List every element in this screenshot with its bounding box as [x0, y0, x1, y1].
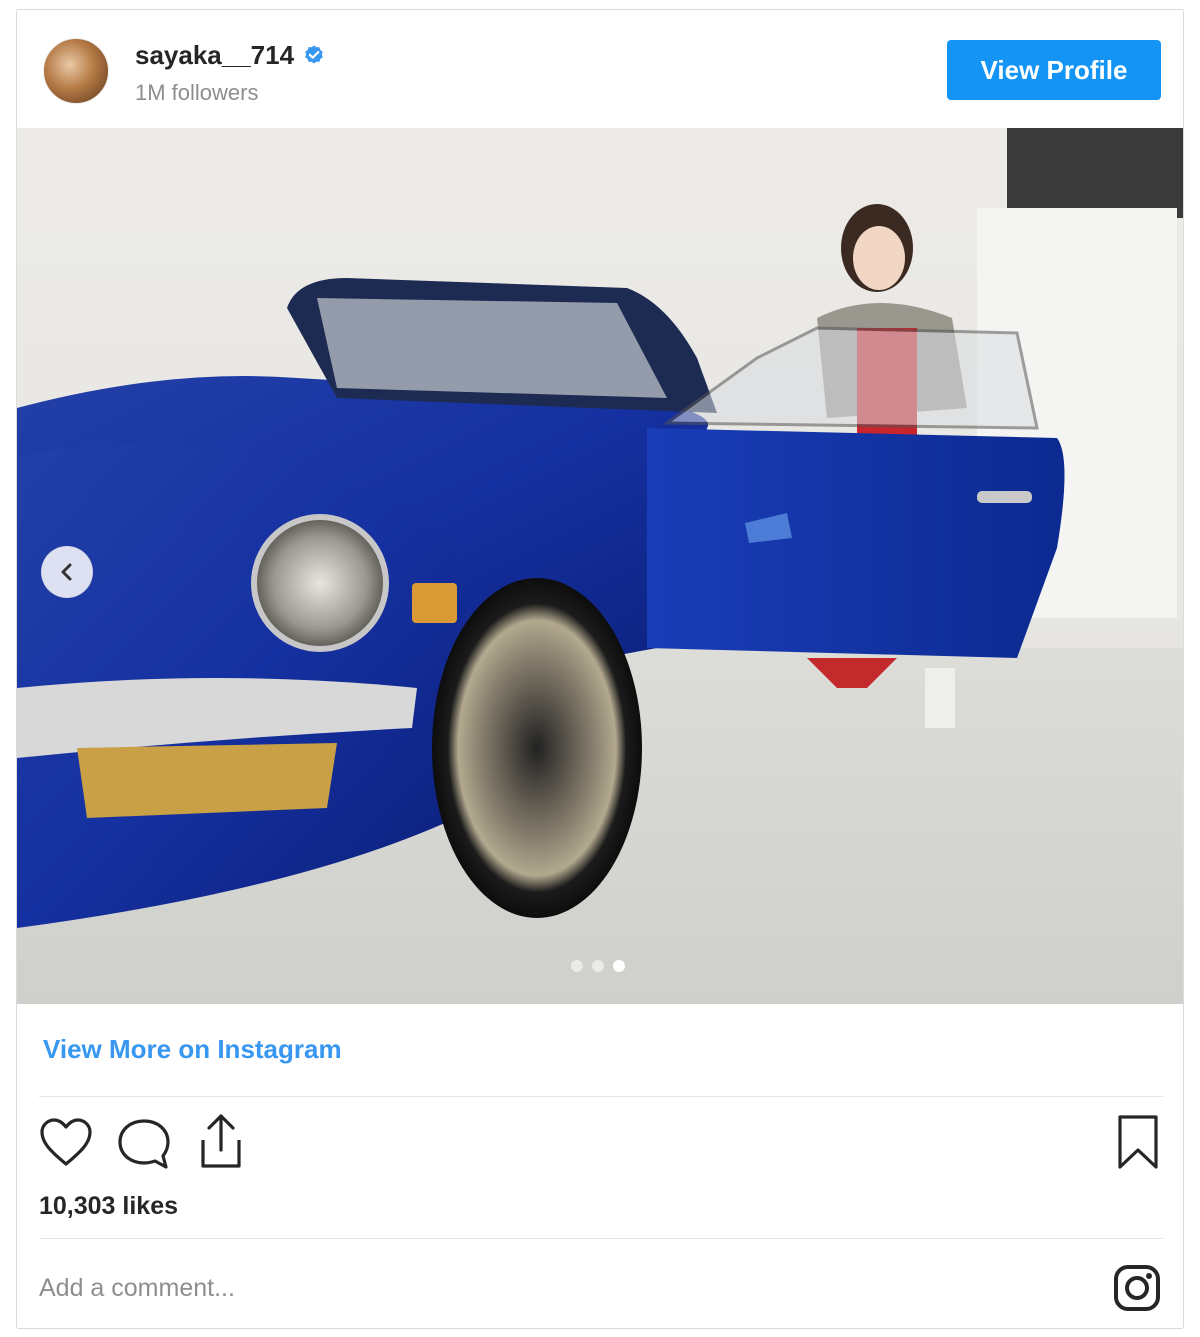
comment-icon[interactable]: [117, 1118, 171, 1170]
follower-count: 1M followers: [135, 80, 259, 105]
carousel-indicator: [571, 960, 625, 972]
bookmark-icon[interactable]: [1117, 1114, 1159, 1170]
username[interactable]: sayaka__714: [135, 40, 294, 71]
heart-icon[interactable]: [39, 1118, 93, 1168]
instagram-embed-card: sayaka__714 1M followers View Profile Vi…: [16, 9, 1184, 1329]
carousel-dot: [592, 960, 604, 972]
post-image[interactable]: [17, 128, 1183, 1004]
carousel-dot-active: [613, 960, 625, 972]
like-count[interactable]: 10,303 likes: [39, 1192, 178, 1221]
chevron-left-icon: [61, 563, 72, 581]
instagram-icon[interactable]: [1113, 1264, 1161, 1312]
divider: [39, 1238, 1163, 1239]
share-icon[interactable]: [197, 1112, 245, 1170]
carousel-prev-button[interactable]: [41, 546, 93, 598]
divider: [39, 1096, 1163, 1097]
comment-input[interactable]: [39, 1260, 1079, 1316]
verified-badge-icon: [305, 45, 323, 63]
avatar[interactable]: [43, 38, 109, 104]
view-profile-button[interactable]: View Profile: [947, 40, 1161, 100]
view-more-link[interactable]: View More on Instagram: [43, 1034, 342, 1065]
car-photo: [17, 128, 1183, 1004]
carousel-dot: [571, 960, 583, 972]
username-row[interactable]: sayaka__714: [135, 40, 326, 71]
post-header: sayaka__714 1M followers View Profile: [17, 10, 1183, 128]
